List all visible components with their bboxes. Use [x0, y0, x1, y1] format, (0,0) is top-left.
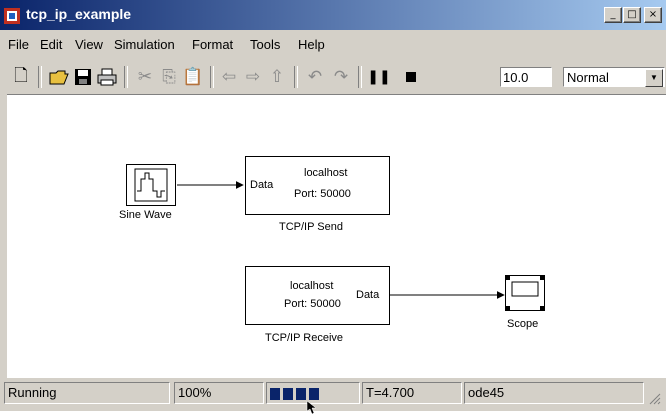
title-bar[interactable]: tcp_ip_example _ □ ×	[0, 0, 666, 30]
zoom-level: 100%	[174, 382, 264, 404]
model-canvas[interactable]: Sine Wave Data localhost Port: 50000 TCP…	[7, 94, 666, 379]
simulink-window: tcp_ip_example _ □ × File Edit View Simu…	[0, 0, 666, 415]
open-folder-icon[interactable]	[48, 66, 70, 88]
status-bar: Running 100% T=4.700 ode45	[0, 378, 666, 411]
solver-name: ode45	[464, 382, 644, 404]
progress-segment	[270, 388, 280, 400]
simulation-mode-select[interactable]: Normal ▼	[563, 67, 665, 87]
simulation-time: T=4.700	[362, 382, 462, 404]
new-model-icon[interactable]: 🗋	[10, 66, 32, 88]
send-input-port-label: Data	[250, 179, 274, 191]
progress-segment	[283, 388, 293, 400]
stop-time-input[interactable]: 10.0	[500, 67, 552, 87]
menu-edit[interactable]: Edit	[40, 37, 62, 52]
maximize-button[interactable]: □	[623, 7, 641, 23]
up-icon[interactable]: ⇧	[266, 66, 288, 88]
send-port-text: Port: 50000	[294, 188, 351, 200]
menu-file[interactable]: File	[8, 37, 29, 52]
undo-icon[interactable]: ↶	[304, 66, 326, 88]
menu-simulation[interactable]: Simulation	[114, 37, 175, 52]
simulation-mode-value: Normal	[567, 70, 609, 85]
menu-format[interactable]: Format	[192, 37, 233, 52]
save-icon[interactable]	[72, 66, 94, 88]
mouse-cursor-icon	[306, 400, 317, 415]
sine-wave-icon	[134, 168, 168, 202]
send-host-text: localhost	[304, 167, 348, 179]
sine-wave-label: Sine Wave	[119, 209, 172, 221]
stop-icon[interactable]	[400, 66, 422, 88]
pause-icon[interactable]: ❚❚	[367, 66, 390, 88]
window-title: tcp_ip_example	[26, 6, 132, 22]
cut-icon[interactable]: ✂	[134, 66, 156, 88]
toolbar-separator	[124, 66, 128, 88]
paste-icon[interactable]: 📋	[182, 66, 204, 88]
tcpip-receive-block[interactable]: localhost Port: 50000 Data	[245, 266, 390, 325]
forward-icon[interactable]: ⇨	[242, 66, 264, 88]
receive-port-text: Port: 50000	[284, 298, 341, 310]
close-button[interactable]: ×	[644, 7, 662, 23]
back-icon[interactable]: ⇦	[218, 66, 240, 88]
print-icon[interactable]	[96, 66, 118, 88]
minimize-button[interactable]: _	[604, 7, 622, 23]
menu-tools[interactable]: Tools	[250, 37, 280, 52]
scope-block[interactable]	[505, 275, 545, 311]
sine-wave-block[interactable]	[126, 164, 176, 206]
toolbar-separator	[38, 66, 42, 88]
toolbar-separator	[294, 66, 298, 88]
menu-bar: File Edit View Simulation Format Tools H…	[0, 33, 666, 55]
simulink-app-icon[interactable]	[4, 8, 20, 24]
resize-grip-icon[interactable]	[646, 390, 662, 406]
tcpip-receive-label: TCP/IP Receive	[265, 332, 344, 344]
redo-icon[interactable]: ↷	[330, 66, 352, 88]
scope-icon	[506, 276, 544, 310]
toolbar-separator	[358, 66, 362, 88]
scope-label: Scope	[507, 318, 539, 330]
toolbar-separator	[210, 66, 214, 88]
receive-output-port-label: Data	[356, 289, 380, 301]
menu-help[interactable]: Help	[298, 37, 325, 52]
simulation-status: Running	[4, 382, 170, 404]
copy-icon[interactable]: ⎘	[158, 66, 180, 88]
menu-view[interactable]: View	[75, 37, 103, 52]
chevron-down-icon[interactable]: ▼	[645, 69, 663, 87]
tcpip-send-block[interactable]: Data localhost Port: 50000	[245, 156, 390, 215]
tcpip-send-label: TCP/IP Send	[279, 221, 343, 233]
progress-segment	[309, 388, 319, 400]
progress-segment	[296, 388, 306, 400]
receive-host-text: localhost	[290, 280, 334, 292]
